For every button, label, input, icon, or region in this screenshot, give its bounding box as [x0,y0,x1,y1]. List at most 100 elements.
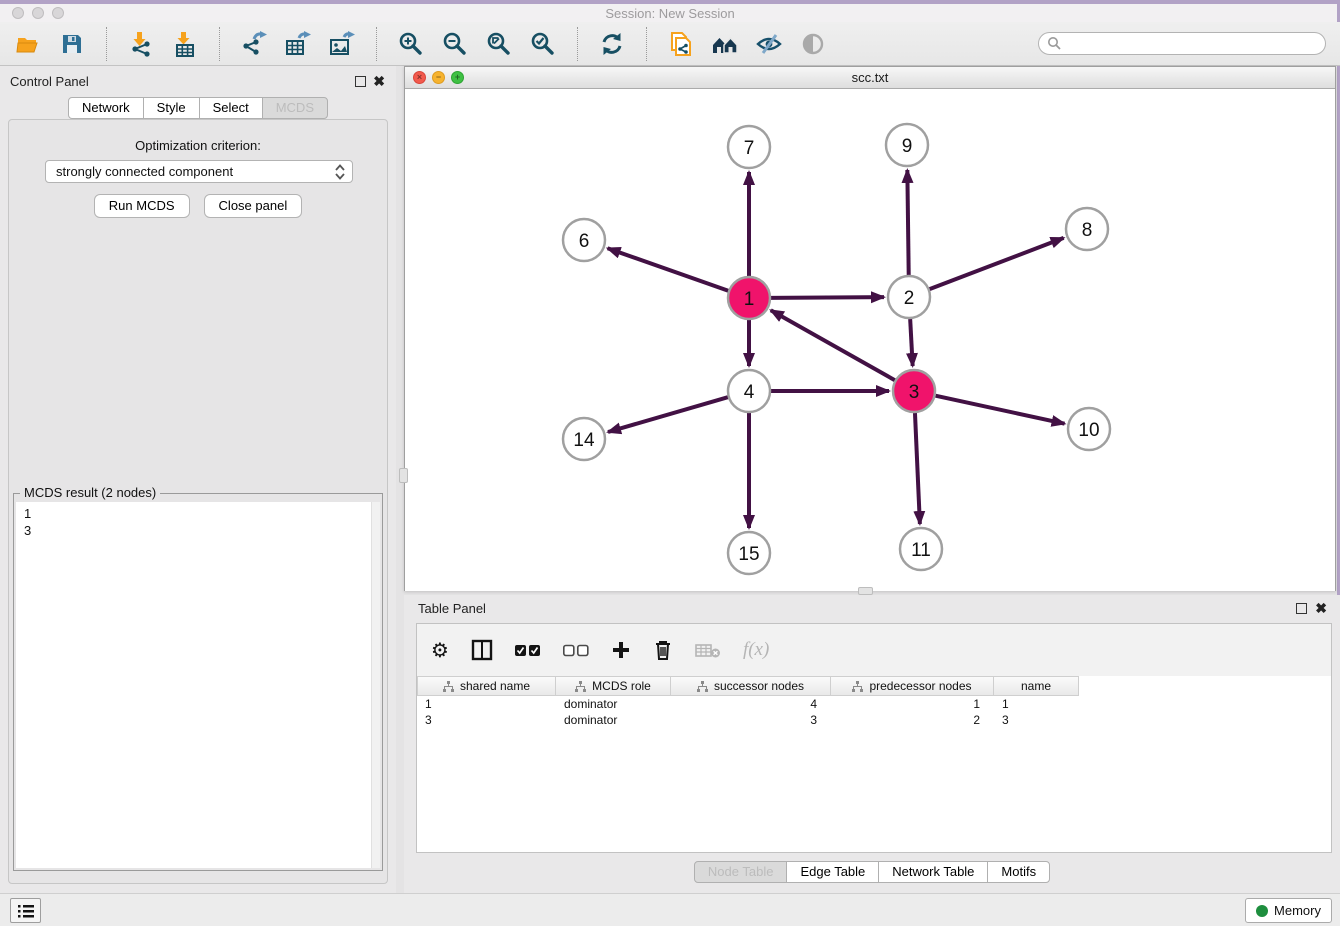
network-window-traffic-lights[interactable]: × − + [413,71,464,84]
maximize-network-button[interactable]: + [451,71,464,84]
network-window-title: scc.txt [852,70,889,85]
minimize-network-button[interactable]: − [432,71,445,84]
close-table-panel-icon[interactable]: ✖ [1315,600,1327,616]
cell-predecessor-nodes: 2 [831,712,994,728]
table-panel-title: Table Panel [418,601,486,616]
save-icon[interactable] [58,30,86,58]
graph-edge-4-14[interactable] [608,397,728,432]
tab-network[interactable]: Network [68,97,144,119]
column-header-successor-nodes[interactable]: successor nodes [671,676,831,696]
graph-edge-3-10[interactable] [935,396,1064,424]
close-network-button[interactable]: × [413,71,426,84]
network-view-window: × − + scc.txt 7968124314101511 [404,66,1336,591]
column-header-name[interactable]: name [994,676,1079,696]
hierarchy-icon [852,681,863,692]
app-traffic-lights[interactable] [12,7,64,19]
zoom-selected-icon[interactable] [529,30,557,58]
run-mcds-button[interactable]: Run MCDS [94,194,190,218]
delete-table-icon [695,637,721,663]
open-folder-icon[interactable] [14,30,42,58]
mcds-panel: Optimization criterion: strongly connect… [8,119,388,884]
refresh-icon[interactable] [598,30,626,58]
select-all-columns-icon[interactable] [515,637,541,663]
hide-selected-eye-icon[interactable] [755,30,783,58]
import-table-icon[interactable] [171,30,199,58]
tab-network-table[interactable]: Network Table [878,861,988,883]
mcds-result-line: 1 [24,506,31,521]
app-title: Session: New Session [605,6,734,21]
splitter-handle-vertical[interactable] [399,468,408,483]
table-row[interactable]: 1 dominator 4 1 1 [417,696,1331,712]
column-header-mcds-role[interactable]: MCDS role [556,676,671,696]
search-input[interactable] [1062,34,1325,53]
import-network-icon[interactable] [127,30,155,58]
column-label: MCDS role [592,679,651,693]
toolbar-separator [106,27,107,61]
add-column-icon[interactable] [611,637,631,663]
graph-edge-2-3[interactable] [910,319,913,366]
node-table-container: ⚙ f(x) sh [416,623,1332,853]
duplicate-network-icon[interactable] [667,30,695,58]
list-icon [17,903,35,919]
network-graph[interactable]: 7968124314101511 [405,89,1335,591]
control-panel-title: Control Panel [10,74,89,89]
export-image-icon[interactable] [328,30,356,58]
cell-name: 3 [994,712,1079,728]
column-header-predecessor-nodes[interactable]: predecessor nodes [831,676,994,696]
close-panel-icon[interactable]: ✖ [373,73,385,89]
tab-style[interactable]: Style [143,97,200,119]
cell-successor-nodes: 4 [671,696,831,712]
graph-edge-3-11[interactable] [915,413,920,524]
task-history-button[interactable] [10,898,41,923]
network-window-titlebar: × − + scc.txt [405,67,1335,89]
graph-node-label: 4 [744,382,755,403]
maximize-window-button[interactable] [52,7,64,19]
splitter-handle-horizontal[interactable] [858,587,873,595]
table-panel-tabs: Node Table Edge Table Network Table Moti… [404,861,1340,883]
graph-edge-1-2[interactable] [771,297,884,298]
float-table-panel-icon[interactable] [1296,603,1307,614]
tab-select[interactable]: Select [199,97,263,119]
result-scrollbar[interactable] [371,502,380,868]
close-panel-button[interactable]: Close panel [204,194,303,218]
column-header-shared-name[interactable]: shared name [417,676,556,696]
dropdown-selected-value: strongly connected component [56,164,334,179]
zoom-out-icon[interactable] [441,30,469,58]
network-canvas[interactable]: 7968124314101511 [405,89,1335,591]
column-label: predecessor nodes [869,679,971,693]
close-window-button[interactable] [12,7,24,19]
graph-edge-1-6[interactable] [608,248,729,290]
show-hidden-eye-icon[interactable] [799,30,827,58]
memory-status-dot-icon [1256,905,1268,917]
first-neighbors-icon[interactable] [711,30,739,58]
graph-edge-3-1[interactable] [771,310,895,380]
node-table-header-row: shared name MCDS role successor nodes pr… [417,676,1331,696]
memory-button[interactable]: Memory [1245,898,1332,923]
deselect-all-columns-icon[interactable] [563,637,589,663]
cell-mcds-role: dominator [556,712,671,728]
table-row[interactable]: 3 dominator 3 2 3 [417,712,1331,728]
control-panel: Control Panel ✖ Network Style Select MCD… [0,66,396,893]
table-settings-gear-icon[interactable]: ⚙ [431,637,449,663]
status-bar: Memory [0,893,1340,926]
minimize-window-button[interactable] [32,7,44,19]
zoom-in-icon[interactable] [397,30,425,58]
export-network-icon[interactable] [240,30,268,58]
tab-node-table[interactable]: Node Table [694,861,788,883]
split-columns-icon[interactable] [471,637,493,663]
graph-node-label: 14 [573,430,595,451]
tab-motifs[interactable]: Motifs [987,861,1050,883]
mcds-result-list[interactable]: 1 3 [16,502,380,868]
delete-column-trash-icon[interactable] [653,637,673,663]
graph-edge-2-9[interactable] [907,170,908,275]
memory-label: Memory [1274,903,1321,918]
graph-edge-2-8[interactable] [930,238,1064,289]
export-table-icon[interactable] [284,30,312,58]
graph-node-label: 11 [911,540,931,561]
tab-mcds[interactable]: MCDS [262,97,328,119]
zoom-fit-icon[interactable] [485,30,513,58]
float-panel-icon[interactable] [355,76,366,87]
table-panel-header: Table Panel ✖ [404,599,1340,619]
tab-edge-table[interactable]: Edge Table [786,861,879,883]
optimization-criterion-select[interactable]: strongly connected component [45,160,353,183]
